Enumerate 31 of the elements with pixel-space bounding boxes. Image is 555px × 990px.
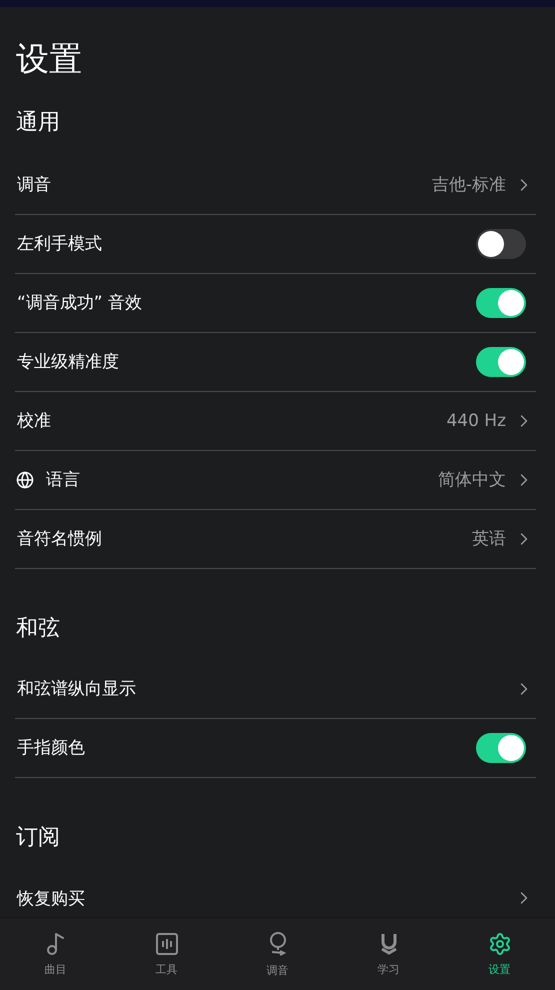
setting-label: 音符名惯例: [16, 528, 103, 550]
setting-label: 专业级精准度: [16, 351, 120, 374]
setting-label: 校准: [16, 410, 52, 432]
section-header: 和弦: [15, 614, 61, 643]
setting-label: 恢复购买: [16, 888, 86, 910]
toggle-switch[interactable]: [476, 346, 526, 377]
setting-value: 英语: [472, 528, 506, 550]
setting-label: “调音成功” 音效: [16, 292, 144, 314]
page-title: 设置: [15, 38, 83, 79]
setting-value: 440 Hz: [446, 410, 506, 431]
setting-label: 左利手模式: [16, 233, 103, 256]
setting-value: 简体中文: [438, 469, 506, 492]
tab-item[interactable]: 工具: [111, 918, 222, 990]
setting-label: 语言: [45, 469, 81, 492]
globe-icon: [16, 470, 34, 489]
setting-label: 手指颜色: [16, 737, 86, 760]
tab-item[interactable]: 曲目: [0, 918, 111, 990]
toggle-switch[interactable]: [476, 288, 526, 318]
magnet-icon: [378, 932, 398, 956]
toggle-switch[interactable]: [476, 228, 526, 259]
toggle-switch[interactable]: [476, 732, 526, 763]
tab-item[interactable]: 学习: [333, 918, 444, 990]
waveform-icon: [154, 932, 178, 956]
tab-item[interactable]: 调音: [222, 918, 333, 990]
section-header: 通用: [15, 108, 61, 137]
setting-value: 吉他-标准: [432, 174, 506, 196]
setting-label: 调音: [16, 174, 52, 196]
tab-item[interactable]: 设置: [444, 918, 555, 990]
setting-label: 和弦谱纵向显示: [16, 678, 137, 700]
settings-icon: [488, 932, 512, 956]
section-header: 订阅: [15, 824, 61, 852]
